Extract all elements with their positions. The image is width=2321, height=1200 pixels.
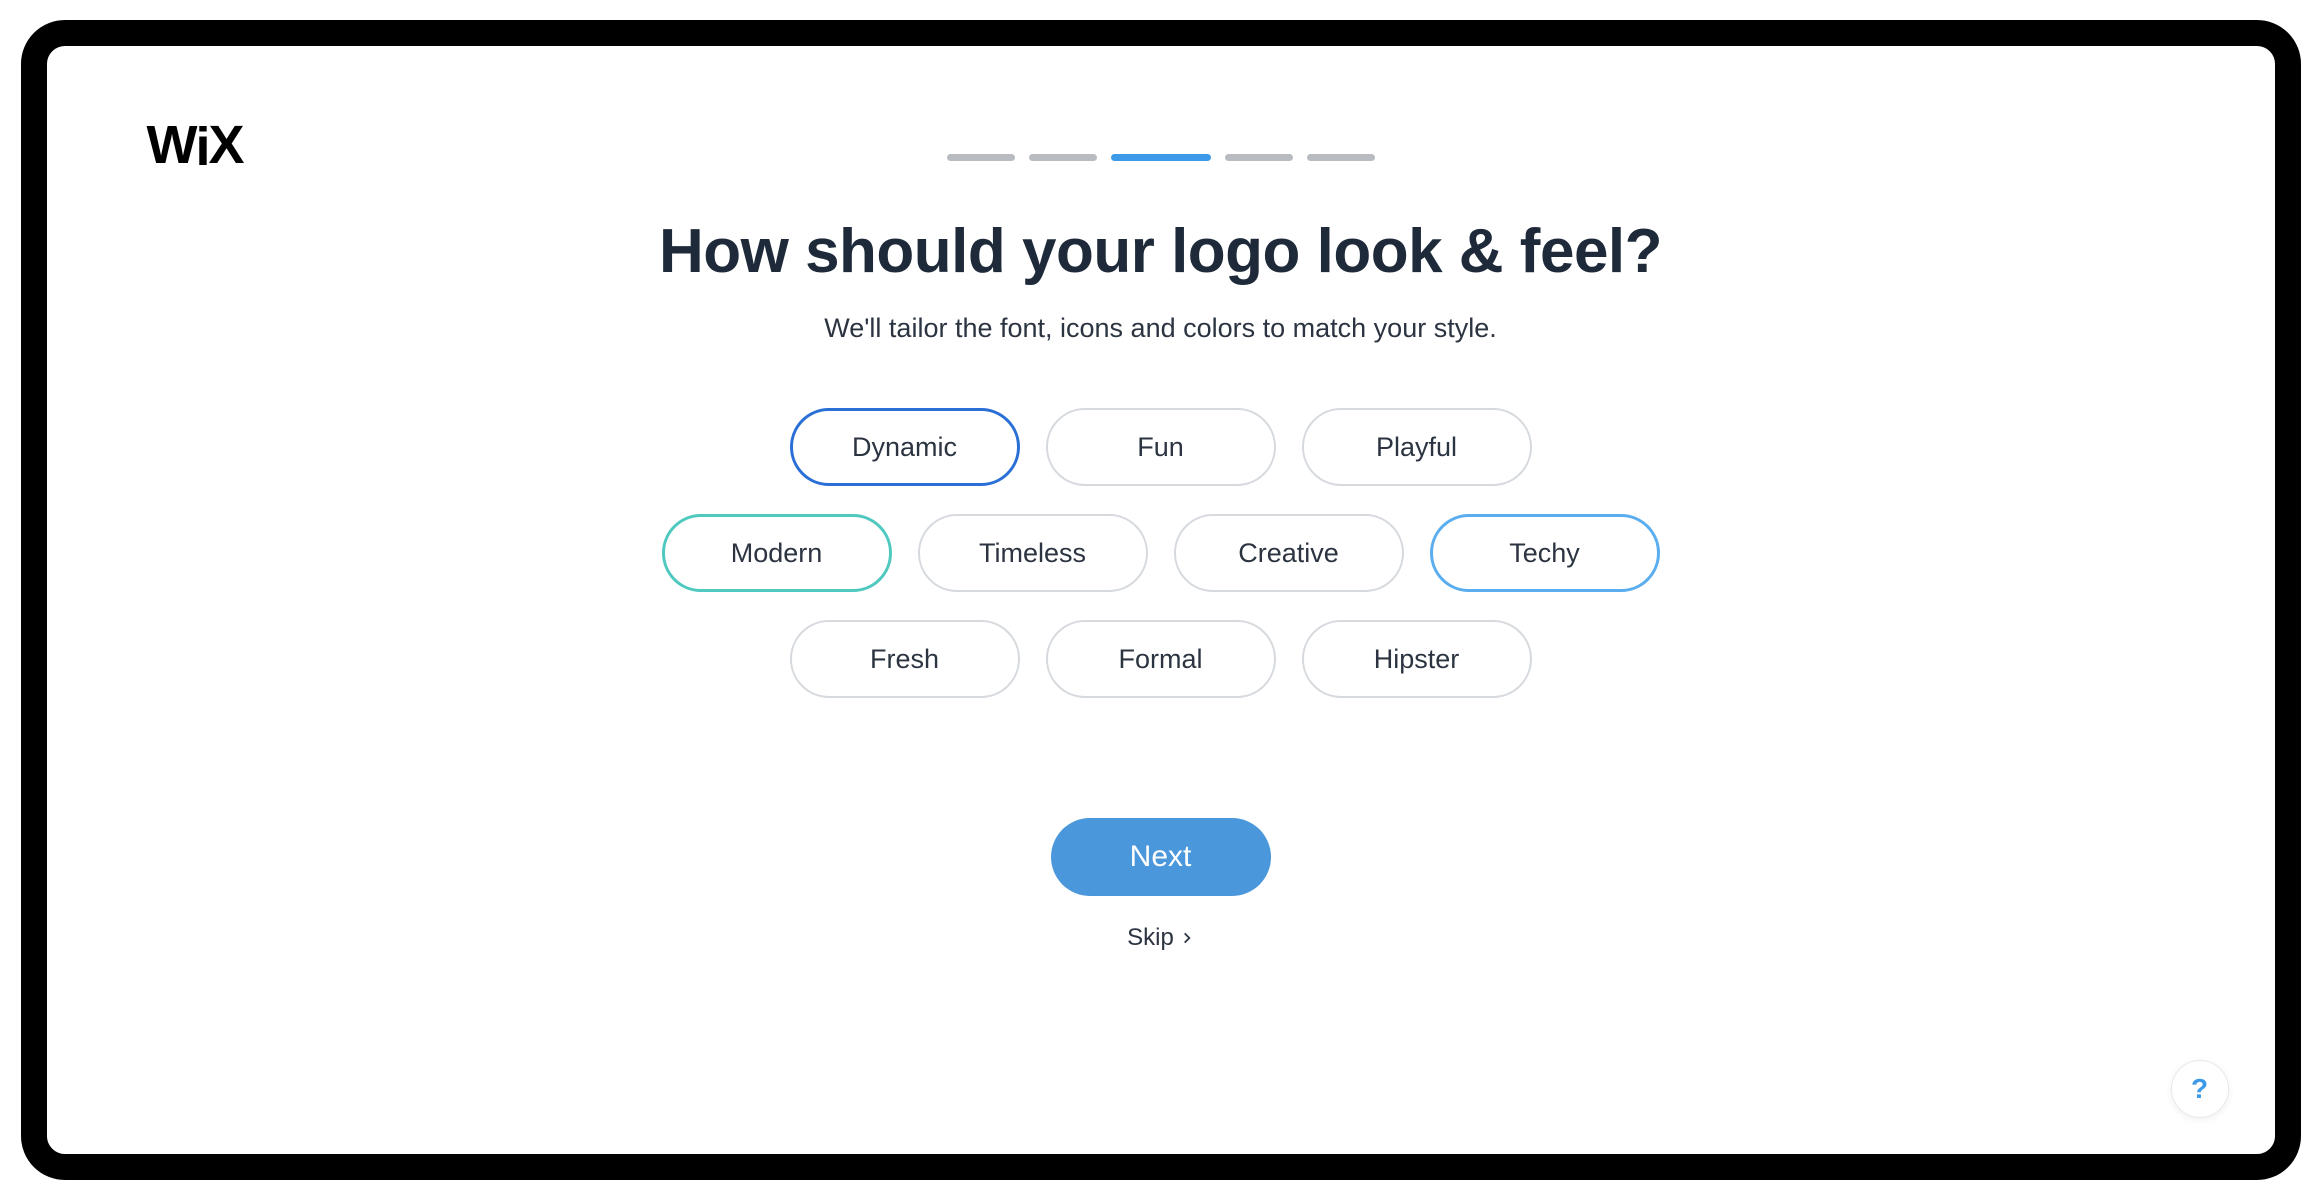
progress-step-5	[1307, 154, 1375, 161]
chevron-right-icon	[1180, 931, 1194, 945]
style-chip-fresh[interactable]: Fresh	[790, 620, 1020, 698]
page-subtitle: We'll tailor the font, icons and colors …	[824, 313, 1496, 344]
progress-step-1	[947, 154, 1015, 161]
wix-logo: WiX	[147, 114, 243, 176]
style-chip-hipster[interactable]: Hipster	[1302, 620, 1532, 698]
chip-row-2: Modern Timeless Creative Techy	[662, 514, 1660, 592]
action-bar: Next Skip	[1051, 818, 1271, 952]
progress-step-2	[1029, 154, 1097, 161]
app-window: WiX How should your logo look & feel? We…	[21, 20, 2301, 1180]
style-chip-group: Dynamic Fun Playful Modern Timeless Crea…	[662, 408, 1660, 698]
style-chip-playful[interactable]: Playful	[1302, 408, 1532, 486]
skip-link[interactable]: Skip	[1127, 924, 1194, 952]
chip-row-1: Dynamic Fun Playful	[790, 408, 1532, 486]
skip-link-label: Skip	[1127, 924, 1174, 952]
style-chip-formal[interactable]: Formal	[1046, 620, 1276, 698]
style-chip-creative[interactable]: Creative	[1174, 514, 1404, 592]
progress-stepper	[47, 154, 2275, 161]
main-content: How should your logo look & feel? We'll …	[47, 216, 2275, 952]
style-chip-techy[interactable]: Techy	[1430, 514, 1660, 592]
page-title: How should your logo look & feel?	[659, 216, 1662, 287]
progress-step-3	[1111, 154, 1211, 161]
style-chip-fun[interactable]: Fun	[1046, 408, 1276, 486]
help-button[interactable]: ?	[2171, 1060, 2229, 1118]
chip-row-3: Fresh Formal Hipster	[790, 620, 1532, 698]
style-chip-modern[interactable]: Modern	[662, 514, 892, 592]
style-chip-timeless[interactable]: Timeless	[918, 514, 1148, 592]
style-chip-dynamic[interactable]: Dynamic	[790, 408, 1020, 486]
next-button[interactable]: Next	[1051, 818, 1271, 896]
progress-step-4	[1225, 154, 1293, 161]
